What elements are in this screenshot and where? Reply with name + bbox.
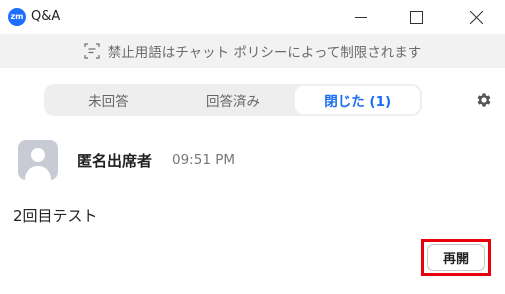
close-icon — [469, 10, 483, 24]
maximize-button[interactable] — [393, 0, 439, 34]
window-title: Q&A — [31, 9, 61, 24]
asker-name: 匿名出席者 — [77, 152, 153, 170]
minimize-button[interactable] — [338, 0, 384, 34]
question-time: 09:51 PM — [172, 152, 235, 168]
avatar — [18, 140, 58, 180]
question-text: 2回目テスト — [13, 207, 98, 225]
question-tabs: 未回答 回答済み 閉じた (1) — [44, 84, 422, 116]
banner-text: 禁止用語はチャット ポリシーによって制限されます — [107, 45, 422, 61]
minimize-icon — [355, 17, 367, 18]
reopen-button[interactable]: 再開 — [427, 244, 485, 271]
close-button[interactable] — [453, 0, 499, 34]
tab-dismissed[interactable]: 閉じた (1) — [295, 86, 421, 114]
screen-scan-icon — [84, 43, 100, 59]
gear-icon[interactable] — [475, 91, 493, 109]
title-bar: zm Q&A — [0, 0, 505, 34]
qa-window: zm Q&A 禁止用語はチャット ポリシーによって制限されます 未回答 回答済み… — [0, 0, 505, 294]
tab-open[interactable]: 未回答 — [46, 86, 171, 114]
chat-policy-banner: 禁止用語はチャット ポリシーによって制限されます — [0, 34, 505, 68]
user-icon — [25, 148, 51, 180]
maximize-icon — [409, 10, 423, 24]
zoom-app-icon: zm — [8, 8, 26, 26]
tab-answered[interactable]: 回答済み — [171, 86, 296, 114]
